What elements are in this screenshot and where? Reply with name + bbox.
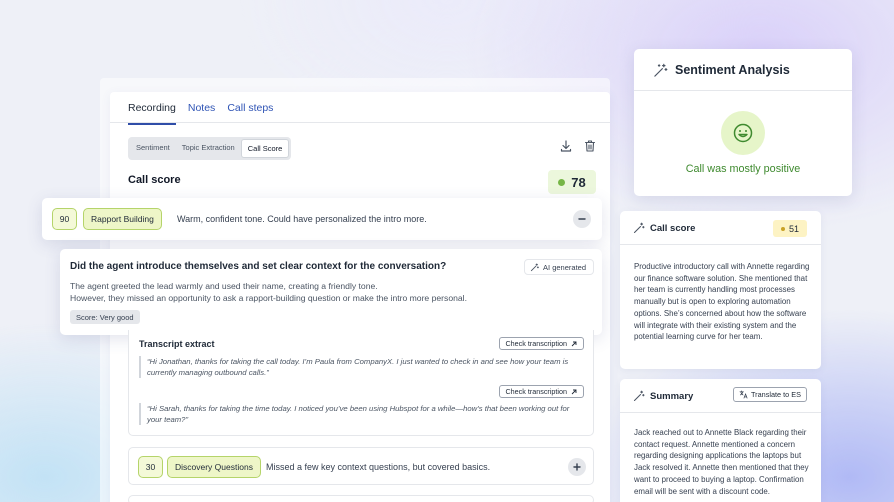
- sentiment-analysis-card: Sentiment Analysis Call was mostly posit…: [634, 49, 852, 196]
- check-transcription-label-2: Check transcription: [505, 387, 567, 396]
- minus-icon: [578, 218, 586, 220]
- rapport-category-badge: Rapport Building: [83, 208, 162, 230]
- side-call-score-card: Call score 51 Productive introductory ca…: [620, 211, 821, 369]
- side-call-score-badge: 51: [773, 220, 807, 237]
- sentiment-title: Sentiment Analysis: [675, 63, 790, 77]
- download-icon[interactable]: [559, 139, 573, 153]
- transcript-extract: Transcript extract Check transcription “…: [128, 330, 594, 436]
- segment-sentiment[interactable]: Sentiment: [130, 139, 176, 158]
- rapport-score-badge: 90: [52, 208, 77, 230]
- translate-icon: [739, 390, 748, 399]
- transcript-quote-2: “Hi Sarah, thanks for taking the time to…: [139, 403, 585, 425]
- magic-wand-icon: [633, 390, 645, 402]
- plus-icon: [573, 463, 581, 471]
- analysis-segmented-control: Sentiment Topic Extraction Call Score: [128, 137, 292, 160]
- question-answer-line-2: However, they missed an opportunity to a…: [70, 293, 467, 303]
- discovery-questions-row[interactable]: 30 Discovery Questions Missed a few key …: [128, 447, 594, 485]
- segment-call-score[interactable]: Call Score: [240, 139, 290, 158]
- call-score-value: 78: [571, 174, 586, 190]
- side-call-score-title: Call score: [650, 223, 696, 234]
- sentiment-header: Sentiment Analysis: [634, 49, 852, 91]
- check-transcription-label: Check transcription: [505, 339, 567, 348]
- segment-topic-extraction[interactable]: Topic Extraction: [176, 139, 241, 158]
- score-status-dot: [780, 226, 785, 231]
- question-title: Did the agent introduce themselves and s…: [70, 261, 447, 272]
- smile-icon: [733, 123, 753, 143]
- question-detail-card: Did the agent introduce themselves and s…: [60, 249, 602, 335]
- side-call-score-header: Call score 51: [620, 211, 821, 245]
- summary-body: Jack reached out to Annette Black regard…: [634, 428, 809, 496]
- magic-wand-icon: [530, 262, 539, 271]
- expand-button[interactable]: [568, 458, 586, 476]
- translate-label: Translate to ES: [750, 390, 801, 399]
- call-score-heading: Call score: [128, 174, 181, 186]
- external-link-icon: [571, 389, 577, 394]
- transcript-title: Transcript extract: [139, 339, 215, 349]
- score-tag: Score: Very good: [70, 310, 140, 324]
- discovery-score-badge: 30: [138, 456, 163, 478]
- discovery-category-badge: Discovery Questions: [167, 456, 261, 478]
- translate-button[interactable]: Translate to ES: [732, 387, 807, 402]
- side-call-score-body: Productive introductory call with Annett…: [634, 262, 810, 342]
- rapport-comment: Warm, confident tone. Could have persona…: [177, 214, 427, 224]
- check-transcription-button[interactable]: Check transcription: [499, 337, 584, 350]
- collapse-button[interactable]: [573, 210, 591, 228]
- trash-icon[interactable]: [583, 139, 597, 153]
- side-call-score-value: 51: [788, 223, 799, 234]
- external-link-icon: [571, 341, 577, 346]
- positive-sentiment-indicator: [721, 111, 765, 155]
- summary-card: Summary Translate to ES Jack reached out…: [620, 379, 821, 502]
- magic-wand-icon: [654, 63, 668, 77]
- sentiment-result: Call was mostly positive: [685, 163, 801, 175]
- score-status-dot: [558, 178, 566, 186]
- ai-generated-label: AI generated: [543, 262, 586, 272]
- check-transcription-button-2[interactable]: Check transcription: [499, 385, 584, 398]
- call-score-badge: 78: [548, 170, 596, 194]
- magic-wand-icon: [633, 222, 645, 234]
- question-answer-line-1: The agent greeted the lead warmly and us…: [70, 281, 378, 291]
- tabs-divider: [110, 122, 610, 123]
- next-row-partial: [128, 495, 594, 502]
- rapport-building-row[interactable]: 90 Rapport Building Warm, confident tone…: [42, 198, 602, 240]
- summary-header: Summary Translate to ES: [620, 379, 821, 413]
- discovery-comment: Missed a few key context questions, but …: [266, 462, 491, 472]
- transcript-quote-1: “Hi Jonathan, thanks for taking the call…: [139, 356, 585, 378]
- summary-title: Summary: [650, 391, 694, 402]
- ai-generated-badge: AI generated: [524, 259, 594, 275]
